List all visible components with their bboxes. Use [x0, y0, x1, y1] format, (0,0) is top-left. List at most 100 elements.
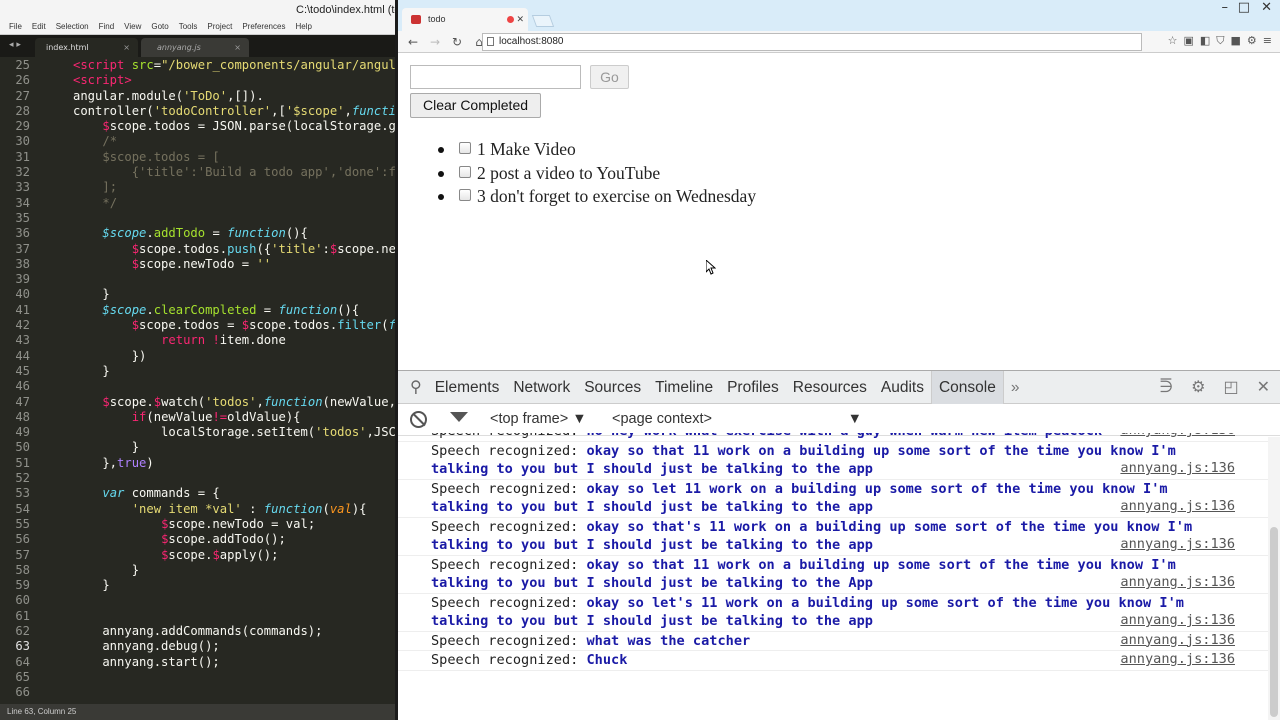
source-link[interactable]: annyang.js:136: [1120, 631, 1235, 650]
line-number: 51: [15, 455, 30, 470]
console-message: Speech recognized: what was the catcher a…: [398, 631, 1268, 651]
minimize-button[interactable]: –: [1222, 0, 1229, 16]
source-link[interactable]: annyang.js:136: [1120, 535, 1235, 554]
tab-sources[interactable]: Sources: [577, 371, 648, 404]
star-icon[interactable]: ☆: [1168, 34, 1178, 48]
todo-text: 3 don't forget to exercise on Wednesday: [477, 186, 757, 206]
tab-resources[interactable]: Resources: [786, 371, 874, 404]
gear-icon[interactable]: ⚙: [1191, 371, 1205, 404]
line-number: 44: [15, 348, 30, 363]
context-select[interactable]: <page context> ▼: [612, 411, 862, 427]
extension-icon[interactable]: ■: [1231, 34, 1241, 48]
mouse-cursor-icon: [706, 260, 716, 275]
todo-checkbox[interactable]: [459, 142, 471, 154]
menu-item[interactable]: Goto: [151, 20, 168, 34]
menu-item[interactable]: Selection: [56, 20, 89, 34]
message-prefix: Speech recognized:: [431, 442, 587, 459]
code-line: 58 }: [0, 563, 395, 578]
source-link[interactable]: annyang.js:136: [1120, 459, 1235, 478]
tab-profiles[interactable]: Profiles: [720, 371, 786, 404]
clear-console-icon[interactable]: [410, 411, 427, 428]
code-line: 37 $scope.todos.push({'title':$scope.ne: [0, 242, 395, 257]
tab-console[interactable]: Console: [930, 370, 1004, 404]
clear-completed-button[interactable]: Clear Completed: [410, 93, 541, 118]
console-message: Speech recognized: no hey work what exer…: [398, 433, 1268, 442]
reload-icon[interactable]: ↻: [450, 35, 464, 49]
menu-item[interactable]: Preferences: [242, 20, 285, 34]
menu-item[interactable]: Tools: [179, 20, 198, 34]
line-source: ];: [102, 180, 118, 195]
console-message: Speech recognized: okay so that 11 work …: [398, 442, 1268, 480]
close-window-button[interactable]: ✕: [1261, 0, 1272, 16]
tab-elements[interactable]: Elements: [428, 371, 507, 404]
line-number: 35: [15, 210, 30, 225]
pocket-icon[interactable]: ⛉: [1216, 34, 1224, 48]
forward-arrow-icon[interactable]: →: [428, 35, 442, 49]
source-link[interactable]: annyang.js:136: [1120, 650, 1235, 669]
new-tab-button[interactable]: [531, 15, 555, 27]
line-number: 66: [15, 685, 30, 700]
todo-checkbox[interactable]: [459, 189, 471, 201]
message-prefix: Speech recognized:: [431, 556, 587, 573]
menu-item[interactable]: File: [9, 20, 22, 34]
scrollbar-thumb[interactable]: [1270, 527, 1278, 717]
menu-item[interactable]: Project: [207, 20, 232, 34]
line-number: 61: [15, 608, 30, 623]
line-source: $scope.addTodo();: [161, 532, 286, 547]
line-number: 52: [15, 471, 30, 486]
filter-icon[interactable]: [450, 412, 468, 422]
dock-icon[interactable]: ◰: [1223, 371, 1238, 404]
close-icon[interactable]: ✕: [1257, 371, 1270, 404]
close-icon[interactable]: ×: [123, 38, 130, 57]
frame-select[interactable]: <top frame> ▼: [490, 411, 587, 427]
line-source: }): [73, 348, 147, 363]
code-line: 29 $scope.todos = JSON.parse(localStorag…: [0, 119, 395, 134]
line-source: }: [73, 562, 140, 577]
code-line: 51 },true): [0, 456, 395, 471]
editor-tab-annyang-js[interactable]: annyang.js ×: [141, 38, 249, 57]
new-todo-input[interactable]: [410, 65, 581, 89]
source-link[interactable]: annyang.js:136: [1120, 497, 1235, 516]
console-scrollbar[interactable]: [1268, 437, 1280, 720]
code-line: 66: [0, 685, 395, 700]
console-message: Speech recognized: okay so that's 11 wor…: [398, 518, 1268, 556]
extension-icon[interactable]: ▣: [1183, 34, 1193, 48]
tab-timeline[interactable]: Timeline: [648, 371, 720, 404]
line-source: <script src="/bower_components/angular/a…: [73, 58, 395, 72]
extension-icon[interactable]: ◧: [1200, 34, 1210, 48]
line-number: 47: [15, 394, 30, 409]
tab-audits[interactable]: Audits: [874, 371, 931, 404]
browser-tab-todo[interactable]: todo ✕: [402, 8, 528, 31]
menu-icon[interactable]: ≡: [1263, 34, 1272, 48]
menu-item[interactable]: Help: [295, 20, 311, 34]
close-icon[interactable]: ×: [234, 38, 241, 57]
more-tabs-icon[interactable]: »: [1004, 371, 1027, 404]
menu-item[interactable]: View: [124, 20, 141, 34]
close-tab-icon[interactable]: ✕: [516, 8, 524, 31]
todo-checkbox[interactable]: [459, 165, 471, 178]
menu-item[interactable]: Find: [99, 20, 115, 34]
back-arrow-icon[interactable]: ←: [406, 35, 420, 49]
source-link[interactable]: annyang.js:136: [1120, 611, 1235, 630]
maximize-button[interactable]: □: [1238, 0, 1250, 16]
chevron-down-icon: ▼: [572, 411, 587, 427]
console-message-text: Speech recognized: okay so let's 11 work…: [431, 594, 1231, 631]
editor-tab-index-html[interactable]: index.html ×: [35, 38, 138, 57]
todo-app-page: Go Clear Completed 1 Make Video 2 post a…: [398, 53, 1280, 370]
go-button[interactable]: Go: [590, 65, 629, 89]
tab-scroll-arrows-icon[interactable]: ◂ ▸: [9, 40, 21, 50]
code-area[interactable]: 25 <script src="/bower_components/angular…: [0, 58, 395, 700]
menu-item[interactable]: Edit: [32, 20, 46, 34]
source-link[interactable]: annyang.js:136: [1120, 433, 1235, 440]
search-icon[interactable]: ⚲: [410, 377, 422, 397]
console-output[interactable]: Speech recognized: no hey work what exer…: [398, 433, 1268, 720]
code-line: 30 /*: [0, 134, 395, 149]
recognized-phrase: no hey work what exercise with a guy whe…: [587, 433, 1103, 439]
tab-network[interactable]: Network: [506, 371, 577, 404]
address-bar[interactable]: localhost:8080: [482, 33, 1142, 51]
settings-icon[interactable]: ⚙: [1247, 34, 1257, 48]
source-link[interactable]: annyang.js:136: [1120, 573, 1235, 592]
console-message-text: Speech recognized: what was the catcher: [431, 632, 1231, 651]
line-number: 49: [15, 425, 30, 440]
show-drawer-icon[interactable]: ⋽: [1159, 371, 1173, 404]
